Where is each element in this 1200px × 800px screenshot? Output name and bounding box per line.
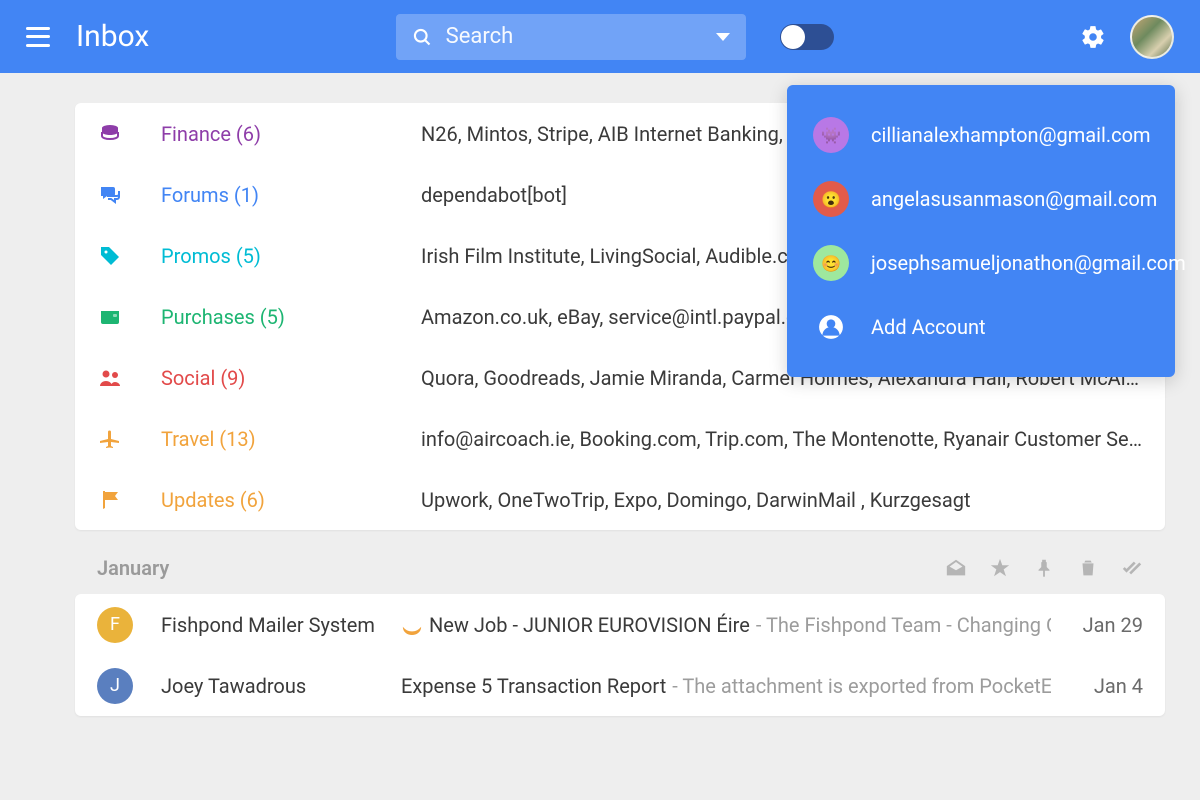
category-senders: Upwork, OneTwoTrip, Expo, Domingo, Darwi…: [421, 488, 1143, 512]
account-item[interactable]: 😮 angelasusanmason@gmail.com: [787, 167, 1175, 231]
user-avatar[interactable]: [1130, 15, 1174, 59]
search-icon: [412, 27, 432, 47]
account-avatar: 😊: [813, 245, 849, 281]
gear-icon[interactable]: [1080, 24, 1106, 50]
toggle-knob: [781, 25, 805, 49]
email-content: New Job - JUNIOR EUROVISION Éire - The F…: [401, 613, 1051, 637]
category-label: Travel (13): [161, 427, 421, 451]
main-content: Finance (6) N26, Mintos, Stripe, AIB Int…: [0, 73, 1200, 716]
category-label: Forums (1): [161, 183, 421, 207]
app-header: Inbox Search: [0, 0, 1200, 73]
travel-icon: [97, 427, 123, 451]
promos-icon: [97, 244, 123, 268]
email-content: Expense 5 Transaction Report - The attac…: [401, 674, 1051, 698]
category-travel[interactable]: Travel (13) info@aircoach.ie, Booking.co…: [75, 408, 1165, 469]
email-subject: Expense 5 Transaction Report: [401, 674, 666, 698]
account-item[interactable]: 👾 cillianalexhampton@gmail.com: [787, 103, 1175, 167]
category-updates[interactable]: Updates (6) Upwork, OneTwoTrip, Expo, Do…: [75, 469, 1165, 530]
add-account-label: Add Account: [871, 315, 986, 339]
sender-avatar: F: [97, 607, 133, 643]
search-input[interactable]: Search: [396, 14, 746, 60]
finance-icon: [97, 122, 123, 146]
month-actions: [945, 557, 1143, 579]
add-account-icon: [813, 309, 849, 345]
mark-read-icon[interactable]: [945, 557, 967, 579]
trash-icon[interactable]: [1077, 557, 1099, 579]
account-email: angelasusanmason@gmail.com: [871, 187, 1157, 211]
forums-icon: [97, 183, 123, 207]
account-avatar: 😮: [813, 181, 849, 217]
done-all-icon[interactable]: [1121, 557, 1143, 579]
category-tag-icon: [401, 618, 423, 632]
updates-icon: [97, 488, 123, 512]
month-label: January: [97, 556, 169, 580]
add-account-button[interactable]: Add Account: [787, 295, 1175, 359]
account-email: josephsamueljonathon@gmail.com: [871, 251, 1186, 275]
account-email: cillianalexhampton@gmail.com: [871, 123, 1151, 147]
search-dropdown-caret[interactable]: [716, 33, 730, 41]
account-avatar: 👾: [813, 117, 849, 153]
star-icon[interactable]: [989, 557, 1011, 579]
search-placeholder: Search: [446, 24, 716, 49]
theme-toggle[interactable]: [780, 24, 834, 50]
menu-button[interactable]: [26, 27, 50, 47]
purchases-icon: [97, 305, 123, 329]
email-row[interactable]: F Fishpond Mailer System New Job - JUNIO…: [75, 594, 1165, 655]
pin-icon[interactable]: [1033, 557, 1055, 579]
email-sender: Joey Tawadrous: [161, 674, 401, 698]
email-preview: - The Fishpond Team - Changing Castir: [756, 613, 1051, 637]
email-date: Jan 29: [1063, 613, 1143, 637]
category-senders: info@aircoach.ie, Booking.com, Trip.com,…: [421, 427, 1143, 451]
category-label: Finance (6): [161, 122, 421, 146]
emails-card: F Fishpond Mailer System New Job - JUNIO…: [75, 594, 1165, 716]
category-label: Purchases (5): [161, 305, 421, 329]
email-subject: New Job - JUNIOR EUROVISION Éire: [429, 613, 750, 637]
accounts-menu: 👾 cillianalexhampton@gmail.com 😮 angelas…: [787, 85, 1175, 377]
month-header: January: [75, 530, 1165, 594]
email-row[interactable]: J Joey Tawadrous Expense 5 Transaction R…: [75, 655, 1165, 716]
email-date: Jan 4: [1063, 674, 1143, 698]
account-item[interactable]: 😊 josephsamueljonathon@gmail.com: [787, 231, 1175, 295]
page-title: Inbox: [76, 19, 149, 54]
category-label: Social (9): [161, 366, 421, 390]
email-preview: - The attachment is exported from Pocket…: [672, 674, 1051, 698]
social-icon: [97, 366, 123, 390]
email-sender: Fishpond Mailer System: [161, 613, 401, 637]
category-label: Updates (6): [161, 488, 421, 512]
category-label: Promos (5): [161, 244, 421, 268]
sender-avatar: J: [97, 668, 133, 704]
